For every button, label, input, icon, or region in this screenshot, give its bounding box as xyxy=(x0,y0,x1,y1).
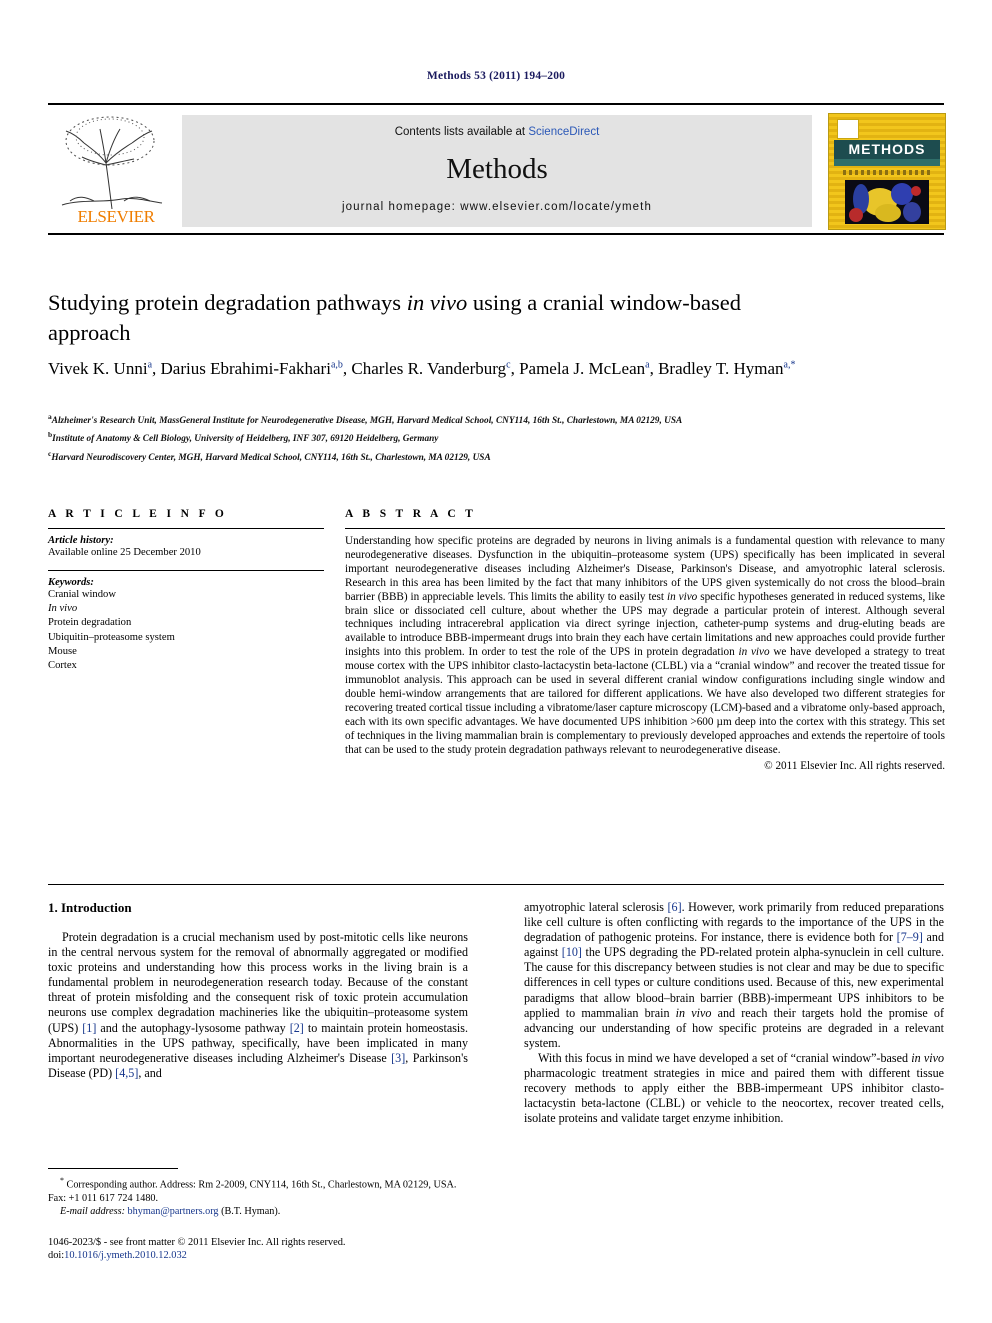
affiliation-text: Harvard Neurodiscovery Center, MGH, Harv… xyxy=(51,452,491,463)
article-info-column: A R T I C L E I N F O Article history: A… xyxy=(48,508,324,673)
email-link[interactable]: bhyman@partners.org xyxy=(128,1206,219,1217)
email-note: E-mail address: bhyman@partners.org (B.T… xyxy=(60,1205,281,1217)
email-label: E-mail address: xyxy=(60,1205,125,1217)
corresponding-author-note: * Corresponding author. Address: Rm 2-20… xyxy=(48,1176,457,1204)
article-info-heading: A R T I C L E I N F O xyxy=(48,508,228,520)
article-history-value: Available online 25 December 2010 xyxy=(48,547,201,558)
footnote-divider xyxy=(48,1168,178,1169)
author-name[interactable]: Pamela J. McLean xyxy=(519,359,645,378)
citation-ref[interactable]: [3] xyxy=(391,1051,405,1065)
contents-list-line: Contents lists available at ScienceDirec… xyxy=(182,126,812,138)
keyword-item: Cranial window xyxy=(48,589,116,600)
intro-paragraph-right-1: amyotrophic lateral sclerosis [6]. Howev… xyxy=(524,900,945,1050)
cover-micrograph-image xyxy=(845,180,929,224)
divider xyxy=(48,884,944,885)
affiliation-text: Alzheimer's Research Unit, MassGeneral I… xyxy=(51,416,683,427)
author-item: Pamela J. McLeana, xyxy=(519,358,659,378)
affiliation-item: cHarvard Neurodiscovery Center, MGH, Har… xyxy=(48,447,948,465)
imprint-line: 1046-2023/$ - see front matter © 2011 El… xyxy=(48,1237,346,1248)
title-part-1: Studying protein degradation pathways xyxy=(48,290,407,315)
body-column-right: amyotrophic lateral sclerosis [6]. Howev… xyxy=(524,900,944,1126)
keyword-item: Ubiquitin–proteasome system xyxy=(48,631,175,643)
title-italic: in vivo xyxy=(406,290,468,315)
imprint-block: 1046-2023/$ - see front matter © 2011 El… xyxy=(48,1236,478,1263)
citation-ref[interactable]: [4,5] xyxy=(115,1066,138,1080)
abstract-column: A B S T R A C T Understanding how specif… xyxy=(345,508,945,772)
author-name[interactable]: Bradley T. Hyman xyxy=(658,359,783,378)
elsevier-wordmark: ELSEVIER xyxy=(77,207,155,226)
intro-paragraph-left: Protein degradation is a crucial mechani… xyxy=(48,930,469,1080)
affiliation-list: aAlzheimer's Research Unit, MassGeneral … xyxy=(48,410,948,465)
journal-homepage-link[interactable]: journal homepage: www.elsevier.com/locat… xyxy=(182,201,812,213)
author-item: Vivek K. Unnia, xyxy=(48,358,161,378)
affiliation-text: Institute of Anatomy & Cell Biology, Uni… xyxy=(52,434,439,445)
footnote-block: * Corresponding author. Address: Rm 2-20… xyxy=(48,1174,468,1218)
affiliation-item: bInstitute of Anatomy & Cell Biology, Un… xyxy=(48,428,948,446)
keyword-item: In vivo xyxy=(48,603,78,615)
author-name[interactable]: Vivek K. Unni xyxy=(48,359,148,378)
abstract-copyright: © 2011 Elsevier Inc. All rights reserved… xyxy=(764,759,945,772)
elsevier-tree-logo: ELSEVIER xyxy=(52,113,172,229)
journal-masthead: ELSEVIER Contents lists available at Sci… xyxy=(48,103,946,235)
citation-ref[interactable]: [7–9] xyxy=(897,930,923,944)
author-affil-marker: a,* xyxy=(783,359,796,370)
author-item: Darius Ebrahimi-Fakharia,b, xyxy=(160,358,352,378)
divider xyxy=(48,570,324,571)
abstract-heading: A B S T R A C T xyxy=(345,508,477,520)
author-name[interactable]: Charles R. Vanderburg xyxy=(351,359,506,378)
citation-ref[interactable]: [6] xyxy=(668,900,682,914)
citation-ref[interactable]: [10] xyxy=(562,945,582,959)
doi-line: doi:10.1016/j.ymeth.2010.12.032 xyxy=(48,1250,187,1262)
sciencedirect-link[interactable]: ScienceDirect xyxy=(528,126,599,138)
contents-prefix: Contents lists available at xyxy=(394,126,529,138)
keyword-item: Cortex xyxy=(48,660,77,672)
citation-ref[interactable]: [1] xyxy=(82,1021,96,1035)
divider xyxy=(48,528,324,529)
author-name[interactable]: Darius Ebrahimi-Fakhari xyxy=(161,359,331,378)
author-affil-marker: a,b xyxy=(330,359,343,370)
abstract-text: Understanding how specific proteins are … xyxy=(345,535,946,756)
cover-title: METHODS xyxy=(834,140,940,159)
author-item: Bradley T. Hymana,* xyxy=(658,359,795,378)
affiliation-item: aAlzheimer's Research Unit, MassGeneral … xyxy=(48,410,948,428)
keyword-item: Protein degradation xyxy=(48,617,132,629)
title-block: Studying protein degradation pathways in… xyxy=(48,288,748,348)
keyword-item: Mouse xyxy=(48,645,77,657)
author-item: Charles R. Vanderburgc, xyxy=(351,358,520,378)
divider xyxy=(345,528,945,529)
masthead-gray-band: Contents lists available at ScienceDirec… xyxy=(182,115,812,227)
journal-title: Methods xyxy=(446,153,548,185)
running-head: Methods 53 (2011) 194–200 xyxy=(426,70,566,82)
page-title: Studying protein degradation pathways in… xyxy=(48,288,748,348)
author-list: Vivek K. Unnia, Darius Ebrahimi-Fakharia… xyxy=(48,352,808,381)
doi-link[interactable]: 10.1016/j.ymeth.2010.12.032 xyxy=(64,1250,187,1261)
journal-cover-thumbnail: METHODS xyxy=(828,113,946,230)
article-history-label: Article history: xyxy=(48,535,114,546)
paper-page: Methods 53 (2011) 194–200 ELSEVIER Conte… xyxy=(0,0,992,1323)
body-column-left: 1. Introduction Protein degradation is a… xyxy=(48,900,468,1081)
citation-ref[interactable]: [2] xyxy=(290,1021,304,1035)
keywords-label: Keywords: xyxy=(48,577,94,588)
intro-paragraph-right-2: With this focus in mind we have develope… xyxy=(524,1050,944,1126)
section-heading-introduction: 1. Introduction xyxy=(48,900,132,915)
